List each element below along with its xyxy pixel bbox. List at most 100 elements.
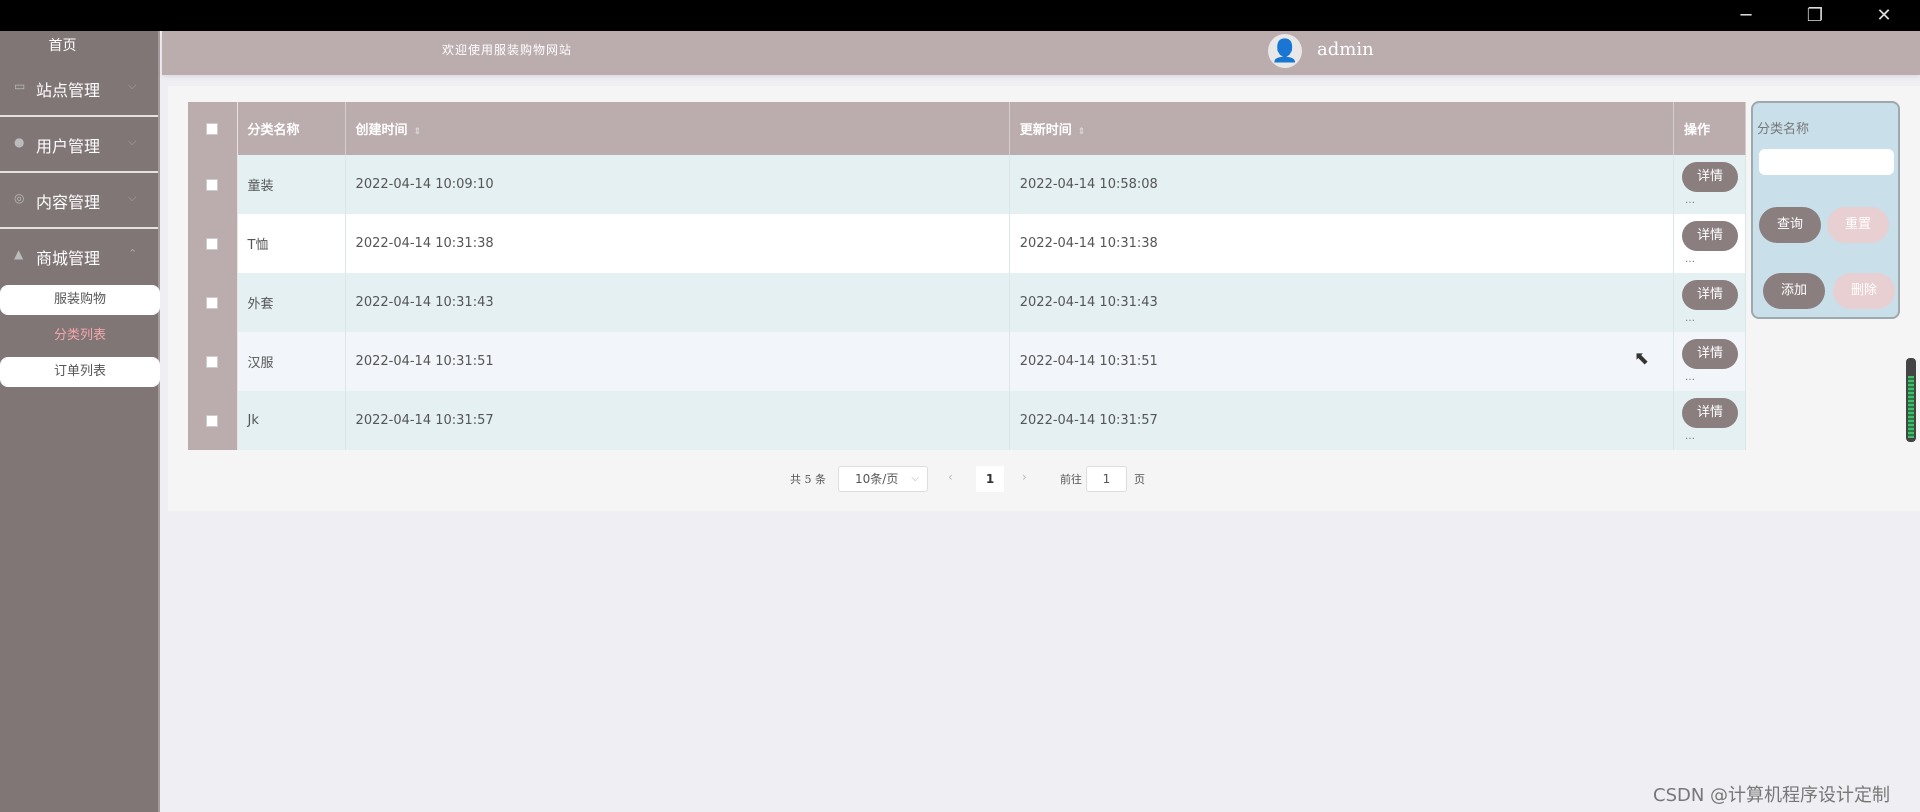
row-checkbox[interactable] [206,296,219,309]
maximize-icon[interactable]: ❐ [1792,0,1838,31]
cell-updated: 2022-04-14 10:31:57 [1009,391,1674,450]
sidebar-group-label: 商城管理 [36,249,101,268]
cell-actions: 详情 … [1673,332,1747,391]
scrollbar-indicator[interactable] [1906,358,1916,442]
scroll-fill [1908,376,1914,438]
chevron-down-icon: ⌵ [128,135,137,148]
row-checkbox-cell [188,391,238,450]
username[interactable]: admin [1317,39,1374,60]
chevron-down-icon: ⌵ [128,79,137,92]
pagination: 共 5 条 10条/页 ⌵ ‹ 1 › 前往 1 页 [0,466,1920,492]
row-checkbox-cell [188,332,238,391]
shop-icon: ▲ [14,247,24,261]
more-icon: … [1684,313,1695,324]
more-icon: … [1684,431,1695,442]
sidebar-group-users[interactable]: ● 用户管理 ⌵ [0,117,158,173]
cell-updated: 2022-04-14 10:31:43 [1009,273,1674,332]
row-checkbox[interactable] [206,355,219,368]
query-button[interactable]: 查询 [1759,207,1821,243]
cell-name: 童装 [237,155,346,214]
cell-updated: 2022-04-14 10:58:08 [1009,155,1674,214]
search-input[interactable] [1759,149,1894,175]
cell-name: T恤 [237,214,346,273]
detail-button[interactable]: 详情 [1681,280,1738,310]
more-icon: … [1684,254,1695,265]
sidebar-group-shop[interactable]: ▲ 商城管理 ⌃ [0,229,158,285]
window-titlebar: ─ ❐ ✕ [0,0,1920,31]
page-size-select[interactable]: 10条/页 ⌵ [838,466,928,492]
more-icon: … [1684,195,1695,206]
row-checkbox[interactable] [206,414,219,427]
table-row: T恤 2022-04-14 10:31:38 2022-04-14 10:31:… [188,214,1747,273]
cell-name: 汉服 [237,332,346,391]
cell-actions: 详情 … [1673,273,1747,332]
table-row: Jk 2022-04-14 10:31:57 2022-04-14 10:31:… [188,391,1747,450]
column-header-name: 分类名称 [237,102,346,155]
cell-actions: 详情 … [1673,214,1747,273]
row-checkbox-cell [188,273,238,332]
search-label: 分类名称 [1757,122,1810,137]
add-button[interactable]: 添加 [1763,273,1825,309]
cell-updated: 2022-04-14 10:31:51 [1009,332,1674,391]
sidebar-group-label: 用户管理 [36,137,101,156]
detail-button[interactable]: 详情 [1681,398,1738,428]
detail-button[interactable]: 详情 [1681,162,1738,192]
reset-button[interactable]: 重置 [1827,207,1889,243]
select-all-checkbox-cell [188,102,238,155]
close-icon[interactable]: ✕ [1861,0,1907,31]
mouse-cursor-icon: ⬉ [1634,348,1650,369]
sidebar-group-content[interactable]: ◎ 内容管理 ⌵ [0,173,158,229]
cell-updated: 2022-04-14 10:31:38 [1009,214,1674,273]
top-header: 欢迎使用服装购物网站 👤 admin [162,31,1920,75]
sidebar-group-label: 站点管理 [36,81,101,100]
prev-page-icon[interactable]: ‹ [948,470,953,484]
minimize-icon[interactable]: ─ [1723,0,1769,31]
cell-actions: 详情 … [1673,155,1747,214]
category-table: 分类名称 创建时间 ⇕ 更新时间 ⇕ 操作 童装 2022-04-14 10:09:… [188,102,1747,450]
row-checkbox-cell [188,155,238,214]
sidebar-group-site[interactable]: ▭ 站点管理 ⌵ [0,61,158,117]
delete-button[interactable]: 删除 [1833,273,1895,309]
goto-label: 前往 [1060,473,1082,486]
sort-icon[interactable]: ⇕ [414,127,422,137]
detail-button[interactable]: 详情 [1681,221,1738,251]
sort-icon[interactable]: ⇕ [1078,127,1086,137]
sidebar-group-label: 内容管理 [36,193,101,212]
watermark: CSDN @计算机程序设计定制 [1653,785,1891,806]
goto-page-input[interactable]: 1 [1086,466,1127,492]
page-unit-label: 页 [1134,473,1145,486]
row-checkbox[interactable] [206,178,219,191]
select-all-checkbox[interactable] [206,122,219,135]
sidebar-item-order-list[interactable]: 订单列表 [0,357,160,387]
more-icon: … [1684,372,1695,383]
sidebar-item-clothing[interactable]: 服装购物 [0,285,160,315]
row-checkbox-cell [188,214,238,273]
chevron-down-icon: ⌵ [911,473,919,484]
next-page-icon[interactable]: › [1022,470,1027,484]
total-count: 共 5 条 [790,473,826,486]
row-checkbox[interactable] [206,237,219,250]
column-header-actions: 操作 [1673,102,1747,155]
sidebar-item-category-list[interactable]: 分类列表 [0,321,160,351]
cell-actions: 详情 … [1673,391,1747,450]
sidebar: 首页 ▭ 站点管理 ⌵ ● 用户管理 ⌵ ◎ 内容管理 ⌵ ▲ 商城管理 ⌃ 服… [0,31,160,812]
cell-created: 2022-04-14 10:09:10 [345,155,1010,214]
cell-name: 外套 [237,273,346,332]
cell-created: 2022-04-14 10:31:51 [345,332,1010,391]
content-icon: ◎ [14,191,25,205]
table-row: 外套 2022-04-14 10:31:43 2022-04-14 10:31:… [188,273,1747,332]
page-number-current[interactable]: 1 [976,466,1004,492]
sidebar-home-link[interactable]: 首页 [0,31,125,61]
detail-button[interactable]: 详情 [1681,339,1738,369]
cell-created: 2022-04-14 10:31:57 [345,391,1010,450]
column-header-created[interactable]: 创建时间 ⇕ [345,102,1010,155]
cell-created: 2022-04-14 10:31:38 [345,214,1010,273]
column-header-label: 更新时间 [1019,123,1072,138]
welcome-text: 欢迎使用服装购物网站 [442,43,573,57]
page-size-value: 10条/页 [855,472,899,486]
column-header-updated[interactable]: 更新时间 ⇕ [1009,102,1674,155]
avatar[interactable]: 👤 [1268,34,1302,68]
column-header-label: 分类名称 [247,123,300,138]
chevron-up-icon: ⌃ [128,247,138,260]
user-icon: ● [14,135,25,149]
